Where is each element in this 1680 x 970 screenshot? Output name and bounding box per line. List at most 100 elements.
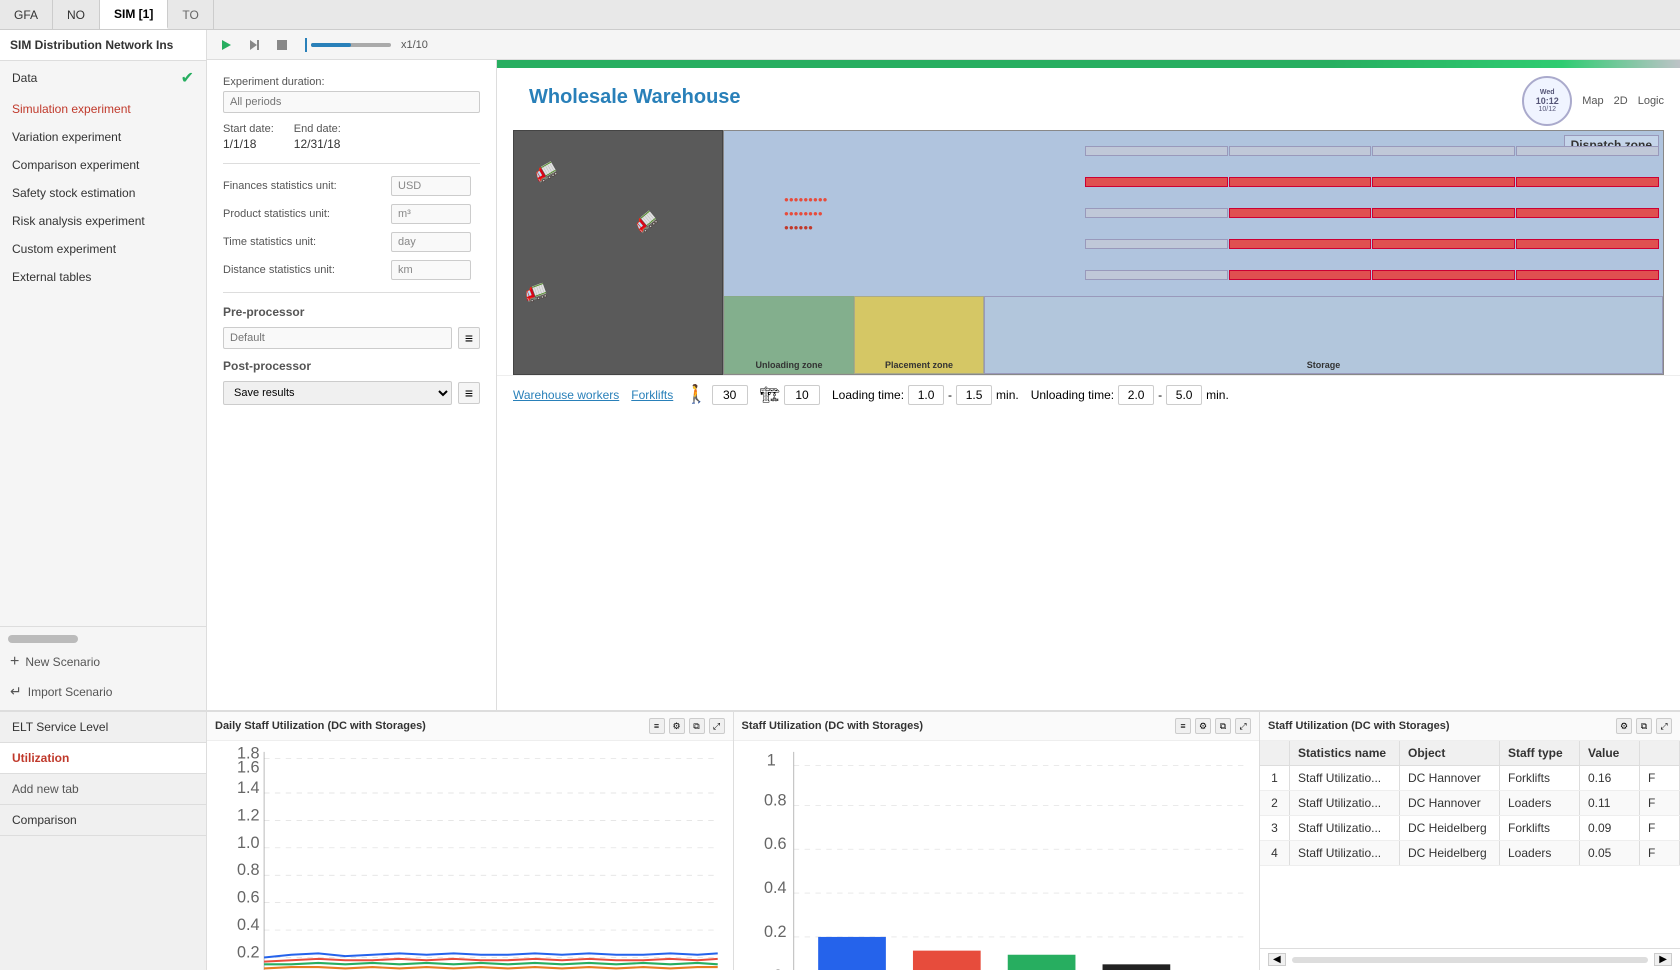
sidebar-menu: Data ✔ Simulation experiment Variation e… xyxy=(0,61,206,626)
forklift-icon: 🏗 xyxy=(760,385,780,405)
sidebar-item-simulation[interactable]: Simulation experiment xyxy=(0,95,206,123)
svg-text:0.2: 0.2 xyxy=(237,943,260,961)
postprocessor-menu-button[interactable]: ≡ xyxy=(458,382,480,404)
speed-slider[interactable] xyxy=(311,43,391,47)
finances-unit-input[interactable] xyxy=(391,176,471,196)
forklifts-tab[interactable]: Forklifts xyxy=(631,388,673,402)
bottom-section: ELT Service Level Utilization Add new ta… xyxy=(0,710,1680,970)
workers-group: 🚶 xyxy=(685,384,747,405)
tab-gfa[interactable]: GFA xyxy=(0,0,53,29)
map-dark-area: 🚛 🚛 🚛 xyxy=(513,130,723,375)
import-scenario-button[interactable]: ↵ Import Scenario xyxy=(0,677,206,706)
play-button[interactable] xyxy=(215,34,237,56)
forklifts-count-input[interactable] xyxy=(784,385,820,405)
preprocessor-row: ≡ xyxy=(223,327,480,349)
truck-icon-3: 🚛 xyxy=(521,278,549,305)
unloading-time-group: Unloading time: - min. xyxy=(1031,385,1229,405)
bottom-tab-utilization[interactable]: Utilization xyxy=(0,743,206,774)
tbl-expand-icon[interactable]: ⤢ xyxy=(1656,718,1672,734)
table-horizontal-scrollbar[interactable] xyxy=(1292,957,1649,963)
settings-icon[interactable]: ⚙ xyxy=(669,718,685,734)
experiment-form: Experiment duration: Start date: 1/1/18 … xyxy=(207,60,497,710)
table-scroll-right[interactable]: ▶ xyxy=(1654,953,1672,966)
table-icon[interactable]: ≡ xyxy=(649,718,665,734)
2d-button[interactable]: 2D xyxy=(1614,95,1628,107)
staff-settings-icon[interactable]: ⚙ xyxy=(1195,718,1211,734)
postprocessor-select[interactable]: Save results xyxy=(223,381,452,405)
logic-button[interactable]: Logic xyxy=(1638,95,1664,107)
product-stat-row: Product statistics unit: xyxy=(223,204,480,224)
tbl-copy-icon[interactable]: ⧉ xyxy=(1636,718,1652,734)
bottom-tab-comparison[interactable]: Comparison xyxy=(0,805,206,836)
time-stat-row: Time statistics unit: xyxy=(223,232,480,252)
viz-controls: Wed 10:12 10/12 Map 2D Logic xyxy=(1522,76,1664,126)
workers-count-input[interactable] xyxy=(712,385,748,405)
staff-util-chart-title: Staff Utilization (DC with Storages) xyxy=(742,720,924,732)
experiment-panel: Experiment duration: Start date: 1/1/18 … xyxy=(207,60,1680,710)
new-scenario-button[interactable]: + New Scenario xyxy=(0,647,206,677)
loading-time-min-input[interactable] xyxy=(908,385,944,405)
start-date: Start date: 1/1/18 xyxy=(223,123,274,151)
daily-staff-chart-title: Daily Staff Utilization (DC with Storage… xyxy=(215,720,426,732)
copy-icon[interactable]: ⧉ xyxy=(689,718,705,734)
warehouse-workers-tab[interactable]: Warehouse workers xyxy=(513,388,619,402)
svg-text:1.4: 1.4 xyxy=(237,779,260,797)
tab-sim[interactable]: SIM [1] xyxy=(100,0,168,29)
viz-top: Wholesale Warehouse Wed 10:12 10/12 Map … xyxy=(497,68,1680,710)
map-button[interactable]: Map xyxy=(1582,95,1603,107)
staff-expand-icon[interactable]: ⤢ xyxy=(1235,718,1251,734)
sidebar-item-risk-analysis[interactable]: Risk analysis experiment xyxy=(0,207,206,235)
warehouse-title: Wholesale Warehouse xyxy=(513,76,757,113)
sidebar-item-variation[interactable]: Variation experiment xyxy=(0,123,206,151)
warehouse-map-container: 🚛 🚛 🚛 Dispatch zone ●●● xyxy=(513,130,1664,375)
staff-util-svg: −0 0.2 0.4 0.6 0.8 1 xyxy=(764,745,1252,970)
table-scrollbar-row: ◀ ▶ xyxy=(1260,948,1680,970)
storage-zone: Storage xyxy=(984,296,1663,374)
table-icon-group: ⚙ ⧉ ⤢ xyxy=(1616,718,1672,734)
sidebar-item-external[interactable]: External tables xyxy=(0,263,206,291)
rack-row-4 xyxy=(1085,239,1659,249)
sidebar-item-comparison[interactable]: Comparison experiment xyxy=(0,151,206,179)
daily-staff-chart-body: 0 0.2 0.4 0.6 0.8 1.0 1.2 1.4 1.6 1.8 xyxy=(207,741,733,970)
step-button[interactable] xyxy=(243,34,265,56)
bottom-tab-elt[interactable]: ELT Service Level xyxy=(0,712,206,743)
staff-table-icon[interactable]: ≡ xyxy=(1175,718,1191,734)
stop-button[interactable] xyxy=(271,34,293,56)
sidebar-item-safety-stock[interactable]: Safety stock estimation xyxy=(0,179,206,207)
product-unit-input[interactable] xyxy=(391,204,471,224)
svg-text:0.2: 0.2 xyxy=(764,923,787,941)
daily-staff-chart-panel: Daily Staff Utilization (DC with Storage… xyxy=(207,712,734,970)
staff-chart-icon-group: ≡ ⚙ ⧉ ⤢ xyxy=(1175,718,1251,734)
expand-icon[interactable]: ⤢ xyxy=(709,718,725,734)
loading-time-group: Loading time: - min. xyxy=(832,385,1019,405)
table-row: 2 Staff Utilizatio... DC Hannover Loader… xyxy=(1260,791,1680,816)
sidebar-item-custom[interactable]: Custom experiment xyxy=(0,235,206,263)
table-row: 1 Staff Utilizatio... DC Hannover Forkli… xyxy=(1260,766,1680,791)
table-header: Statistics name Object Staff type Value xyxy=(1260,741,1680,766)
tab-to[interactable]: TO xyxy=(168,0,213,29)
distance-unit-input[interactable] xyxy=(391,260,471,280)
time-unit-input[interactable] xyxy=(391,232,471,252)
svg-text:0.4: 0.4 xyxy=(764,879,787,897)
duration-input[interactable] xyxy=(223,91,480,113)
unloading-zone: Unloading zone xyxy=(724,296,854,374)
rack-row-5 xyxy=(1085,270,1659,280)
top-tab-bar: GFA NO SIM [1] TO xyxy=(0,0,1680,30)
tbl-settings-icon[interactable]: ⚙ xyxy=(1616,718,1632,734)
staff-copy-icon[interactable]: ⧉ xyxy=(1215,718,1231,734)
unloading-time-max-input[interactable] xyxy=(1166,385,1202,405)
sidebar-item-data[interactable]: Data ✔ xyxy=(0,61,206,95)
svg-text:1.2: 1.2 xyxy=(237,806,260,824)
tab-no[interactable]: NO xyxy=(53,0,100,29)
svg-text:1.8: 1.8 xyxy=(237,745,260,763)
preprocessor-menu-button[interactable]: ≡ xyxy=(458,327,480,349)
table-scroll-left[interactable]: ◀ xyxy=(1268,953,1286,966)
table-row: 4 Staff Utilizatio... DC Heidelberg Load… xyxy=(1260,841,1680,866)
activity-cluster: ●●●●●●●●● ●●●●●●●● ●●●●●● xyxy=(784,191,828,233)
bottom-tab-add[interactable]: Add new tab xyxy=(0,774,206,805)
loading-time-max-input[interactable] xyxy=(956,385,992,405)
preprocessor-input[interactable] xyxy=(223,327,452,349)
worker-person-icon: 🚶 xyxy=(685,384,707,405)
unloading-time-min-input[interactable] xyxy=(1118,385,1154,405)
table-scroll[interactable]: 1 Staff Utilizatio... DC Hannover Forkli… xyxy=(1260,766,1680,948)
